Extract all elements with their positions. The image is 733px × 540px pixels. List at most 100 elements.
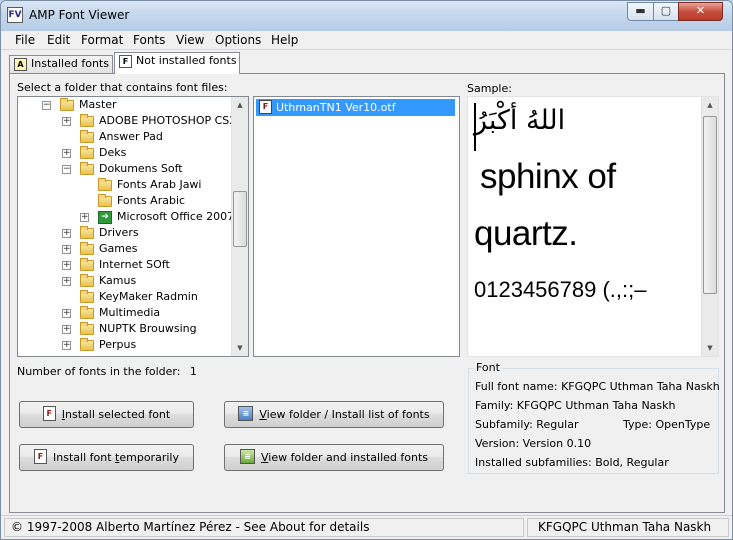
tree-item[interactable]: Answer Pad bbox=[18, 129, 230, 145]
tree-item[interactable]: + Games bbox=[18, 241, 230, 257]
scroll-thumb[interactable] bbox=[233, 191, 247, 247]
scroll-down-arrow-icon[interactable]: ▼ bbox=[702, 340, 718, 356]
minimize-button[interactable]: ▬ bbox=[627, 2, 654, 21]
expand-icon[interactable]: + bbox=[62, 309, 71, 318]
scroll-down-arrow-icon[interactable]: ▼ bbox=[232, 340, 248, 356]
font-count: Number of fonts in the folder: 1 bbox=[17, 365, 197, 378]
menu-options[interactable]: Options bbox=[213, 33, 263, 47]
button-mnemonic: V bbox=[259, 408, 267, 421]
app-window: FV AMP Font Viewer ▬ ▢ ✕ File Edit Forma… bbox=[0, 0, 733, 540]
scroll-thumb[interactable] bbox=[703, 116, 717, 294]
menu-file[interactable]: File bbox=[13, 33, 37, 47]
font-subfamily: Subfamily: Regular bbox=[475, 418, 579, 431]
tree-item-label: Dokumens Soft bbox=[99, 162, 183, 175]
shortcut-arrow-icon: ➔ bbox=[98, 211, 112, 224]
tree-item[interactable]: Fonts Arab Jawi bbox=[18, 177, 230, 193]
tree-item-label: Internet SOft bbox=[99, 258, 170, 271]
scroll-up-arrow-icon[interactable]: ▲ bbox=[702, 97, 718, 113]
font-count-value: 1 bbox=[189, 365, 197, 378]
expand-icon[interactable]: + bbox=[62, 245, 71, 254]
tree-item-label: Perpus bbox=[99, 338, 137, 351]
sample-scrollbar[interactable]: ▲ ▼ bbox=[701, 97, 718, 356]
tree-item[interactable]: + Deks bbox=[18, 145, 230, 161]
font-file-icon: F bbox=[119, 54, 132, 68]
tree-scrollbar[interactable]: ▲ ▼ bbox=[231, 97, 248, 356]
sample-arabic-text: اللهُ أكْبَرُ bbox=[474, 105, 566, 136]
tree-item-label: Multimedia bbox=[99, 306, 161, 319]
menu-bar: File Edit Format Fonts View Options Help bbox=[1, 31, 732, 50]
font-file-icon: F bbox=[259, 100, 272, 114]
expand-icon[interactable]: + bbox=[62, 325, 71, 334]
title-bar[interactable]: FV AMP Font Viewer ▬ ▢ ✕ bbox=[1, 1, 732, 31]
installed-subfamilies: Installed subfamilies: Bold, Regular bbox=[475, 456, 669, 469]
folder-icon bbox=[80, 258, 94, 271]
close-button[interactable]: ✕ bbox=[678, 2, 723, 21]
font-file-list[interactable]: F UthmanTN1 Ver10.otf bbox=[253, 96, 460, 357]
install-selected-font-button[interactable]: F Install selected font bbox=[19, 401, 194, 428]
file-name: UthmanTN1 Ver10.otf bbox=[276, 101, 396, 114]
menu-edit[interactable]: Edit bbox=[45, 33, 72, 47]
tree-item[interactable]: + Kamus bbox=[18, 273, 230, 289]
font-type: Type: OpenType bbox=[623, 418, 711, 431]
tab-installed-fonts[interactable]: A Installed fonts bbox=[9, 55, 113, 73]
folder-icon bbox=[80, 146, 94, 159]
expand-icon[interactable]: + bbox=[62, 149, 71, 158]
tree-item[interactable]: − Dokumens Soft bbox=[18, 161, 230, 177]
list-icon: ≡ bbox=[239, 449, 255, 464]
app-icon: FV bbox=[7, 7, 23, 23]
file-list-item[interactable]: F UthmanTN1 Ver10.otf bbox=[256, 99, 455, 116]
maximize-button[interactable]: ▢ bbox=[653, 2, 679, 21]
tree-item[interactable]: + NUPTK Brouwsing bbox=[18, 321, 230, 337]
view-folder-installed-fonts-button[interactable]: ≡ View folder and installed fonts bbox=[224, 444, 444, 471]
button-text: nstall selected font bbox=[65, 408, 171, 421]
font-file-icon: F bbox=[42, 406, 56, 421]
expand-icon[interactable]: + bbox=[62, 261, 71, 270]
collapse-icon[interactable]: − bbox=[42, 101, 51, 110]
status-bar: © 1997-2008 Alberto Martínez Pérez - See… bbox=[1, 515, 732, 539]
tree-item-label: Games bbox=[99, 242, 138, 255]
status-copyright: © 1997-2008 Alberto Martínez Pérez - See… bbox=[4, 518, 524, 537]
collapse-icon[interactable]: − bbox=[62, 165, 71, 174]
tree-item[interactable]: KeyMaker Radmin bbox=[18, 289, 230, 305]
tree-item[interactable]: + Drivers bbox=[18, 225, 230, 241]
font-count-label: Number of fonts in the folder: bbox=[17, 365, 181, 378]
button-text: Install font bbox=[53, 451, 116, 464]
menu-format[interactable]: Format bbox=[79, 33, 125, 47]
font-info-group: Font Full font name: KFGQPC Uthman Taha … bbox=[468, 361, 720, 474]
tree-item[interactable]: + Multimedia bbox=[18, 305, 230, 321]
sample-line-3: 0123456789 (.,:;– bbox=[474, 277, 647, 302]
sample-line-2: quartz. bbox=[474, 214, 578, 253]
window-title: AMP Font Viewer bbox=[29, 8, 130, 22]
tree-item[interactable]: Fonts Arabic bbox=[18, 193, 230, 209]
expand-icon[interactable]: + bbox=[62, 277, 71, 286]
folder-icon bbox=[80, 226, 94, 239]
menu-fonts[interactable]: Fonts bbox=[131, 33, 167, 47]
scroll-up-arrow-icon[interactable]: ▲ bbox=[232, 97, 248, 113]
view-folder-install-list-button[interactable]: ≡ View folder / Install list of fonts bbox=[224, 401, 444, 428]
tree-item[interactable]: + ADOBE PHOTOSHOP CS2 bbox=[18, 113, 236, 129]
folder-icon bbox=[80, 322, 94, 335]
expand-icon[interactable]: + bbox=[62, 117, 71, 126]
tree-item[interactable]: + Internet SOft bbox=[18, 257, 230, 273]
sample-preview: اللهُ أكْبَرُ sphinx of quartz. 01234567… bbox=[467, 96, 719, 357]
full-font-name: Full font name: KFGQPC Uthman Taha Naskh bbox=[475, 380, 720, 393]
expand-icon[interactable]: + bbox=[80, 213, 89, 222]
expand-icon[interactable]: + bbox=[62, 341, 71, 350]
tab-not-installed-fonts[interactable]: F Not installed fonts bbox=[114, 52, 240, 74]
expand-icon[interactable]: + bbox=[62, 229, 71, 238]
menu-view[interactable]: View bbox=[174, 33, 206, 47]
menu-help[interactable]: Help bbox=[269, 33, 300, 47]
tree-item[interactable]: − Master bbox=[18, 97, 230, 113]
install-font-temporarily-button[interactable]: F Install font temporarily bbox=[19, 444, 194, 471]
tree-item-label: Master bbox=[79, 98, 117, 111]
folder-label: Select a folder that contains font files… bbox=[17, 81, 228, 94]
tree-item-label: Drivers bbox=[99, 226, 139, 239]
tree-item-label: Deks bbox=[99, 146, 127, 159]
font-file-icon: F bbox=[34, 449, 48, 464]
font-info-legend: Font bbox=[474, 361, 502, 374]
tree-item[interactable]: + Perpus bbox=[18, 337, 230, 353]
folder-icon bbox=[80, 162, 94, 175]
tree-item[interactable]: + ➔ Microsoft Office 2007 bbox=[18, 209, 234, 225]
folder-tree[interactable]: − Master + ADOBE PHOTOSHOP CS2 Answer Pad + De… bbox=[17, 96, 249, 357]
tree-item-label: NUPTK Brouwsing bbox=[99, 322, 197, 335]
